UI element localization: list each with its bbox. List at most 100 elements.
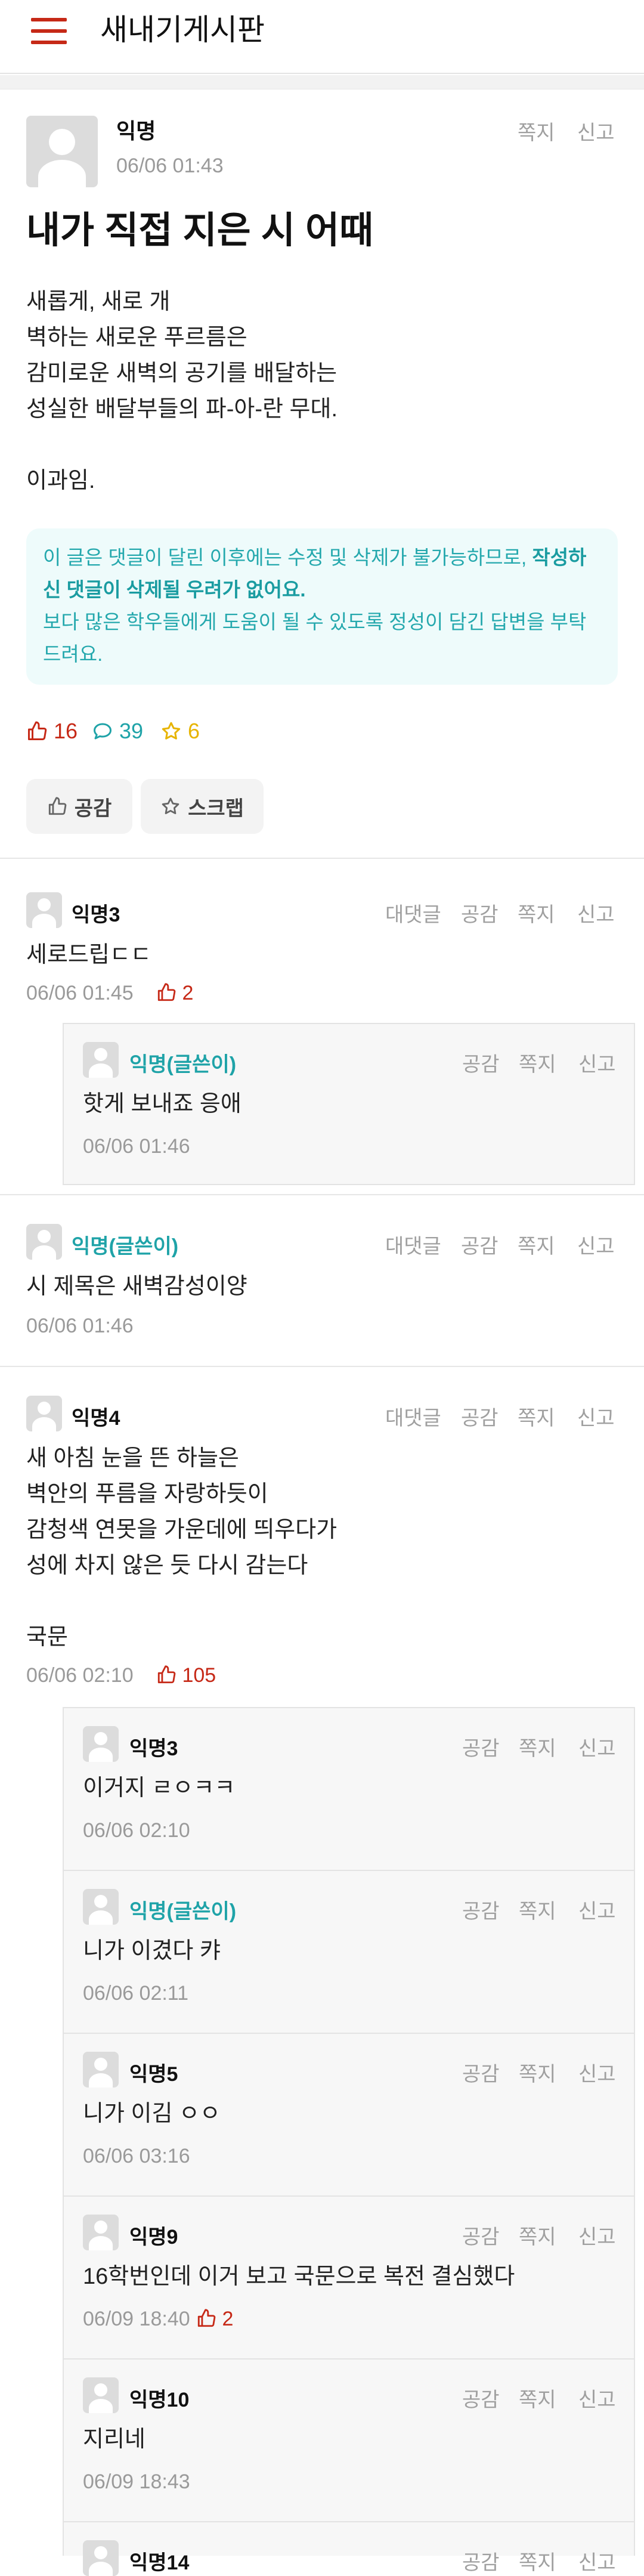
reply-author: 익명(글쓴이) [129, 1053, 237, 1076]
comment-report-button[interactable]: 신고 [577, 1230, 615, 1259]
scrap-button[interactable]: 스크랩 [141, 779, 264, 834]
comment-count: 39 [92, 719, 143, 744]
comment-report-button[interactable]: 신고 [577, 1402, 615, 1431]
reply-author: 익명14 [129, 2552, 190, 2574]
scrap-count: 6 [160, 719, 200, 744]
reply-avatar-icon [83, 1726, 119, 1762]
reply-message-button[interactable]: 쪽지 [519, 2058, 556, 2087]
reply-like-count: 2 [196, 2308, 233, 2331]
reply-avatar-icon [83, 2377, 119, 2413]
reply-avatar-icon [83, 2052, 119, 2088]
comment-like-count: 105 [156, 1664, 216, 1687]
reply-thread: 익명3 공감 쪽지 신고 이거지 ㄹㅇㅋㅋ 06/06 02:10 익명(글쓴이… [63, 1707, 635, 2576]
header-separator [0, 75, 644, 89]
reply-time: 06/06 02:11 [83, 1982, 189, 2005]
reply-report-button[interactable]: 신고 [578, 2221, 616, 2250]
reply-avatar-icon [83, 2215, 119, 2250]
report-button[interactable]: 신고 [577, 116, 615, 146]
comment-time: 06/06 02:10 [26, 1664, 134, 1687]
reply-report-button[interactable]: 신고 [578, 2058, 616, 2087]
star-icon [162, 722, 181, 740]
reply-like-button[interactable]: 공감 [462, 2546, 500, 2575]
reply-button[interactable]: 대댓글 [385, 898, 441, 927]
reply-text: 니가 이김 ㅇㅇ [83, 2101, 221, 2126]
like-count-value: 16 [54, 719, 78, 743]
reply-report-button[interactable]: 신고 [578, 1732, 616, 1761]
comment-text: 시 제목은 새벽감성이양 [26, 1274, 247, 1299]
reply-button[interactable]: 대댓글 [385, 1402, 441, 1431]
reply-message-button[interactable]: 쪽지 [519, 1895, 556, 1924]
reply-avatar-icon [83, 1042, 119, 1078]
reply-report-button[interactable]: 신고 [578, 2383, 616, 2413]
comment-author: 익명(글쓴이) [72, 1235, 179, 1258]
comment-avatar-icon [26, 1224, 62, 1260]
reply-author: 익명(글쓴이) [129, 1900, 237, 1923]
reply-report-button[interactable]: 신고 [578, 2546, 616, 2575]
thumbs-up-icon [48, 797, 67, 815]
reply-text: 이거지 ㄹㅇㅋㅋ [83, 1776, 236, 1801]
reply-report-button[interactable]: 신고 [578, 1048, 616, 1077]
comment-report-button[interactable]: 신고 [577, 898, 615, 927]
reply-time: 06/06 01:46 [83, 1135, 190, 1158]
star-icon [162, 797, 179, 815]
thumbs-up-icon [157, 1665, 176, 1684]
reply-avatar-icon [83, 1889, 119, 1925]
comment-message-button[interactable]: 쪽지 [518, 1230, 555, 1259]
reply: 익명14 공감 쪽지 신고 [64, 2522, 634, 2576]
article-author: 익명 [116, 119, 156, 143]
comment-like-button[interactable]: 공감 [461, 1230, 499, 1259]
reply-message-button[interactable]: 쪽지 [519, 1048, 556, 1077]
comment-policy-notice: 이 글은 댓글이 달린 이후에는 수정 및 삭제가 불가능하므로, 작성하신 댓… [26, 528, 618, 685]
comment-author: 익명3 [72, 904, 120, 926]
scrap-count-value: 6 [188, 719, 200, 743]
reply-like-button[interactable]: 공감 [462, 2221, 500, 2250]
comment: 익명(글쓴이) 대댓글 공감 쪽지 신고 시 제목은 새벽감성이양 06/06 … [0, 1224, 644, 1355]
reply-author: 익명3 [129, 1737, 178, 1760]
reply-message-button[interactable]: 쪽지 [519, 1732, 556, 1761]
menu-hamburger-icon[interactable] [31, 18, 67, 44]
article-body: 새롭게, 새로 개 벽하는 새로운 푸르름은 감미로운 새벽의 공기를 배달하는… [26, 289, 338, 493]
comment-like-button[interactable]: 공감 [461, 1402, 499, 1431]
comment: 익명4 대댓글 공감 쪽지 신고 새 아침 눈을 뜬 하늘은 벽안의 푸름을 자… [0, 1396, 644, 1718]
reply-text: 지리네 [83, 2427, 145, 2452]
comment-time: 06/06 01:46 [26, 1315, 134, 1337]
comment-like-count: 2 [156, 982, 193, 1005]
reply-like-button[interactable]: 공감 [462, 2058, 500, 2087]
app-header: 새내기게시판 [0, 0, 644, 74]
reply-thread: 익명(글쓴이) 공감 쪽지 신고 핫게 보내죠 응애 06/06 01:46 [63, 1023, 635, 1185]
reply-like-button[interactable]: 공감 [462, 1732, 500, 1761]
reply-time: 06/09 18:40 [83, 2308, 190, 2330]
scrap-button-label: 스크랩 [188, 797, 244, 820]
comment-like-button[interactable]: 공감 [461, 898, 499, 927]
comment-message-button[interactable]: 쪽지 [518, 898, 555, 927]
reply-like-button[interactable]: 공감 [462, 2383, 500, 2413]
reply-author: 익명5 [129, 2063, 178, 2086]
reply-message-button[interactable]: 쪽지 [519, 2221, 556, 2250]
reply-report-button[interactable]: 신고 [578, 1895, 616, 1924]
thumbs-up-icon [157, 983, 176, 1001]
notice-text: 이 글은 댓글이 달린 이후에는 수정 및 삭제가 불가능하므로, [43, 546, 532, 568]
reply-message-button[interactable]: 쪽지 [519, 2546, 556, 2575]
reply-text: 16학번인데 이거 보고 국문으로 복전 결심했다 [83, 2264, 515, 2289]
reply-like-value: 2 [222, 2308, 234, 2330]
comment-like-value: 105 [182, 1664, 216, 1687]
comment-text: 새 아침 눈을 뜬 하늘은 벽안의 푸름을 자랑하듯이 감청색 연못을 가운데에… [26, 1446, 338, 1650]
reply-text: 핫게 보내죠 응애 [83, 1091, 242, 1117]
reply-like-button[interactable]: 공감 [462, 1048, 500, 1077]
thumbs-up-icon [197, 2309, 216, 2327]
comment-avatar-icon [26, 892, 62, 928]
reply-button[interactable]: 대댓글 [385, 1230, 441, 1259]
reply-like-button[interactable]: 공감 [462, 1895, 500, 1924]
divider [0, 1366, 644, 1367]
reply: 익명10 공감 쪽지 신고 지리네 06/09 18:43 [64, 2359, 634, 2522]
reply-time: 06/09 18:43 [83, 2470, 190, 2493]
comment-message-button[interactable]: 쪽지 [518, 1402, 555, 1431]
comment-text: 세로드립ㄷㄷ [26, 942, 151, 967]
reply-author: 익명10 [129, 2389, 190, 2411]
message-button[interactable]: 쪽지 [518, 116, 555, 146]
reply-text: 니가 이겼다 캬 [83, 1938, 221, 1963]
reply: 익명3 공감 쪽지 신고 이거지 ㄹㅇㅋㅋ 06/06 02:10 [64, 1708, 634, 1871]
reply-message-button[interactable]: 쪽지 [519, 2383, 556, 2413]
reply-time: 06/06 02:10 [83, 1819, 190, 1842]
like-button[interactable]: 공감 [26, 779, 132, 834]
